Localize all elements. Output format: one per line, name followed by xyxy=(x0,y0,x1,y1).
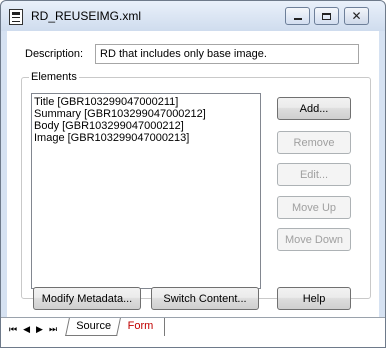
last-tab-icon[interactable]: ⏭ xyxy=(49,324,59,335)
maximize-button[interactable] xyxy=(314,7,339,25)
switch-content-button[interactable]: Switch Content... xyxy=(151,287,259,310)
maximize-icon xyxy=(322,12,331,20)
minimize-icon xyxy=(293,18,302,20)
document-form-icon xyxy=(9,9,23,25)
prev-tab-icon[interactable]: ◀ xyxy=(23,324,32,335)
form-panel: Description: RD that includes only base … xyxy=(7,31,379,317)
modify-metadata-button[interactable]: Modify Metadata... xyxy=(33,287,141,310)
tab-form[interactable]: Form xyxy=(117,318,165,336)
help-button[interactable]: Help xyxy=(277,287,351,310)
tab-source-label: Source xyxy=(75,320,111,332)
minimize-button[interactable] xyxy=(285,7,310,25)
description-label: Description: xyxy=(25,48,84,60)
list-item[interactable]: Body [GBR103299047000212] xyxy=(34,120,260,132)
first-tab-icon[interactable]: ⏮ xyxy=(9,324,19,335)
title-bar[interactable]: RD_REUSEIMG.xml ✕ xyxy=(1,1,385,31)
remove-button[interactable]: Remove xyxy=(277,131,351,154)
tab-navigation: ⏮ ◀ ▶ ⏭ xyxy=(9,324,63,335)
add-button[interactable]: Add... xyxy=(277,97,351,120)
move-up-button[interactable]: Move Up xyxy=(277,196,351,219)
rd-editor-window: RD_REUSEIMG.xml ✕ Description: RD that i… xyxy=(0,0,386,348)
elements-listbox[interactable]: Title [GBR103299047000211] Summary [GBR1… xyxy=(31,93,261,289)
move-down-button[interactable]: Move Down xyxy=(277,228,351,251)
tab-source[interactable]: Source xyxy=(65,318,121,336)
window-title: RD_REUSEIMG.xml xyxy=(31,9,142,23)
close-button[interactable]: ✕ xyxy=(344,7,369,25)
list-item[interactable]: Image [GBR103299047000213] xyxy=(34,132,260,144)
next-tab-icon[interactable]: ▶ xyxy=(36,324,45,335)
list-item[interactable]: Summary [GBR103299047000212] xyxy=(34,108,260,120)
elements-group-label: Elements xyxy=(29,71,79,83)
edit-button[interactable]: Edit... xyxy=(277,163,351,186)
description-input[interactable]: RD that includes only base image. xyxy=(95,44,359,64)
list-item[interactable]: Title [GBR103299047000211] xyxy=(34,96,260,108)
tab-form-label: Form xyxy=(127,320,154,332)
view-tab-bar: ⏮ ◀ ▶ ⏭ Source Form xyxy=(1,317,385,347)
close-icon: ✕ xyxy=(351,9,362,23)
